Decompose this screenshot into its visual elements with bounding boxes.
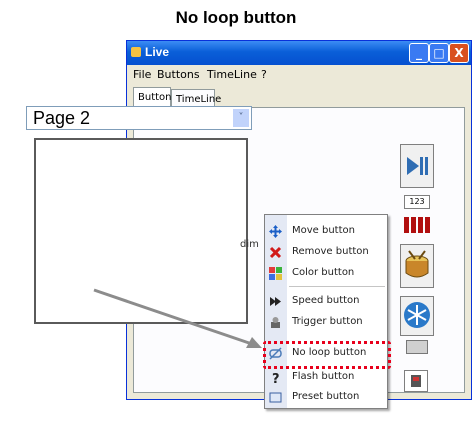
callout-arrow — [93, 288, 262, 348]
